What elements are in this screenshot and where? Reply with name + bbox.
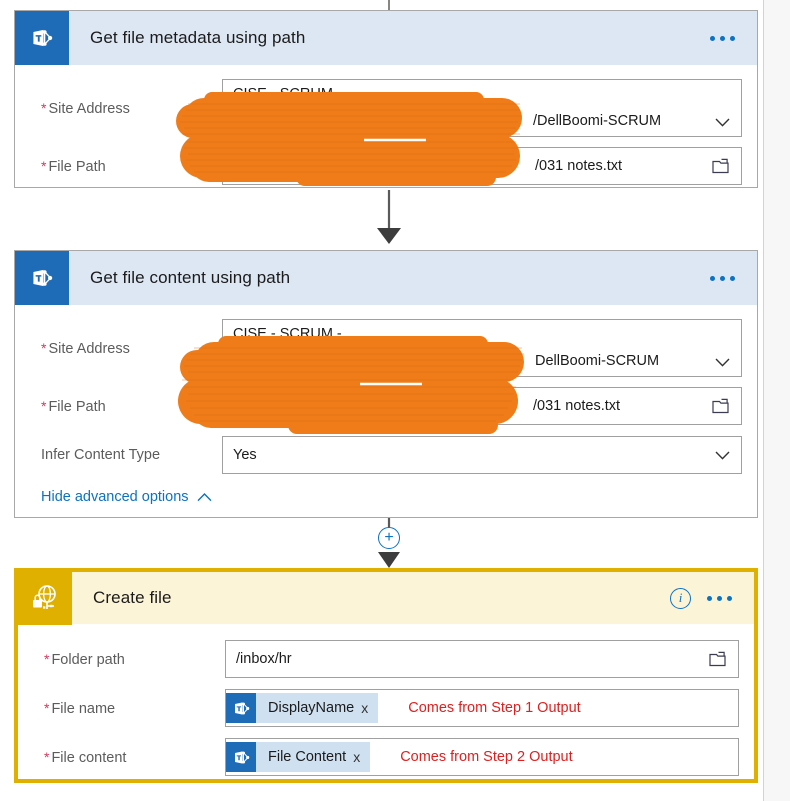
required-asterisk: * — [41, 157, 47, 174]
hide-advanced-options-link[interactable]: Hide advanced options — [41, 489, 212, 505]
file-path-value-tail: /031 notes.txt — [535, 158, 623, 174]
sharepoint-icon — [15, 11, 69, 65]
field-label: * File content — [44, 748, 127, 766]
infer-content-type-dropdown[interactable]: Yes — [222, 436, 742, 474]
x-icon[interactable]: x — [353, 749, 370, 765]
required-asterisk: * — [41, 339, 47, 356]
field-label: * File Path — [41, 397, 106, 415]
field-row-infer-content-type: Infer Content Type Yes — [15, 435, 757, 475]
field-label: * File Path — [41, 157, 106, 175]
ellipsis-icon[interactable] — [705, 592, 734, 605]
action-card-get-file-content-using-path[interactable]: Get file content using path * Site Addres… — [14, 250, 758, 518]
field-row-site-address: * Site Address CISE - SCRUM - /DellBoomi-… — [15, 79, 757, 137]
action-card-get-file-metadata-using-path[interactable]: Get file metadata using path * Site Addre… — [14, 10, 758, 188]
card-header-actions — [708, 32, 757, 45]
ftp-globe-lock-icon — [18, 571, 72, 625]
required-asterisk: * — [41, 397, 47, 414]
add-step-button[interactable]: + — [378, 527, 400, 549]
card-header-actions: i — [670, 587, 754, 609]
field-row-site-address: * Site Address CISE - SCRUM - DellBoomi-S… — [15, 319, 757, 377]
sharepoint-icon — [226, 742, 256, 772]
action-card-create-file[interactable]: Create file i * Folder path /inbox/hr * … — [14, 568, 758, 783]
dynamic-content-token[interactable]: DisplayName x — [226, 693, 379, 723]
folder-picker-icon[interactable] — [712, 158, 729, 174]
site-address-value-tail: DellBoomi-SCRUM — [535, 353, 660, 369]
hide-advanced-options-label: Hide advanced options — [41, 489, 189, 505]
required-asterisk: * — [44, 748, 50, 765]
x-icon[interactable]: x — [361, 700, 378, 716]
file-path-input[interactable]: /031 notes.txt — [222, 387, 742, 425]
field-row-folder-path: * Folder path /inbox/hr — [18, 639, 754, 679]
card-header[interactable]: Create file i — [18, 571, 754, 625]
chevron-down-icon[interactable] — [715, 451, 730, 460]
card-title: Get file metadata using path — [90, 28, 306, 47]
pane-divider — [763, 0, 790, 801]
field-row-file-name: * File name DisplayName x Comes from Step… — [18, 688, 754, 728]
file-path-input[interactable]: /031 notes.txt — [222, 147, 742, 185]
chevron-down-icon[interactable] — [715, 118, 730, 127]
ellipsis-icon[interactable] — [708, 272, 737, 285]
annotation-text: Comes from Step 2 Output — [400, 749, 573, 765]
field-label: Infer Content Type — [41, 447, 161, 463]
site-address-dropdown[interactable]: CISE - SCRUM - DellBoomi-SCRUM — [222, 319, 742, 377]
required-asterisk: * — [44, 650, 50, 667]
field-label: * Site Address — [41, 339, 130, 357]
token-label: File Content — [268, 749, 347, 765]
chevron-up-icon — [197, 492, 212, 501]
card-header[interactable]: Get file content using path — [15, 251, 757, 305]
file-path-value-tail: /031 notes.txt — [533, 398, 621, 414]
field-row-file-path: * File Path /031 notes.txt — [15, 386, 757, 426]
sharepoint-icon — [15, 251, 69, 305]
token-label: DisplayName — [268, 700, 355, 716]
required-asterisk: * — [44, 699, 50, 716]
card-title: Create file — [93, 588, 172, 607]
folder-picker-icon[interactable] — [709, 651, 726, 667]
field-label: * File name — [44, 699, 116, 717]
card-body: * Site Address CISE - SCRUM - DellBoomi-S… — [15, 319, 757, 506]
card-header-actions — [708, 272, 757, 285]
field-label: * Site Address — [41, 99, 130, 117]
folder-path-input[interactable]: /inbox/hr — [225, 640, 739, 678]
card-body: * Folder path /inbox/hr * File name Disp… — [18, 639, 754, 777]
flow-designer-canvas: Get file metadata using path * Site Addre… — [0, 0, 790, 801]
required-asterisk: * — [41, 99, 47, 116]
card-title: Get file content using path — [90, 268, 291, 287]
card-header[interactable]: Get file metadata using path — [15, 11, 757, 65]
field-row-file-content: * File content File Content x Comes from … — [18, 737, 754, 777]
site-address-dropdown[interactable]: CISE - SCRUM - /DellBoomi-SCRUM — [222, 79, 742, 137]
card-body: * Site Address CISE - SCRUM - /DellBoomi-… — [15, 79, 757, 186]
info-circle-icon[interactable]: i — [670, 587, 691, 609]
sharepoint-icon — [226, 693, 256, 723]
field-label: * Folder path — [44, 650, 125, 668]
dynamic-content-token[interactable]: File Content x — [226, 742, 371, 772]
annotation-text: Comes from Step 1 Output — [408, 700, 581, 716]
ellipsis-icon[interactable] — [708, 32, 737, 45]
file-content-input[interactable]: File Content x Comes from Step 2 Output — [225, 738, 739, 776]
connector-1-to-2 — [0, 190, 790, 248]
folder-picker-icon[interactable] — [712, 398, 729, 414]
field-row-file-path: * File Path /031 notes.txt — [15, 146, 757, 186]
chevron-down-icon[interactable] — [715, 358, 730, 367]
site-address-value-tail: /DellBoomi-SCRUM — [533, 113, 662, 129]
file-name-input[interactable]: DisplayName x Comes from Step 1 Output — [225, 689, 739, 727]
add-step-label: + — [384, 529, 394, 546]
